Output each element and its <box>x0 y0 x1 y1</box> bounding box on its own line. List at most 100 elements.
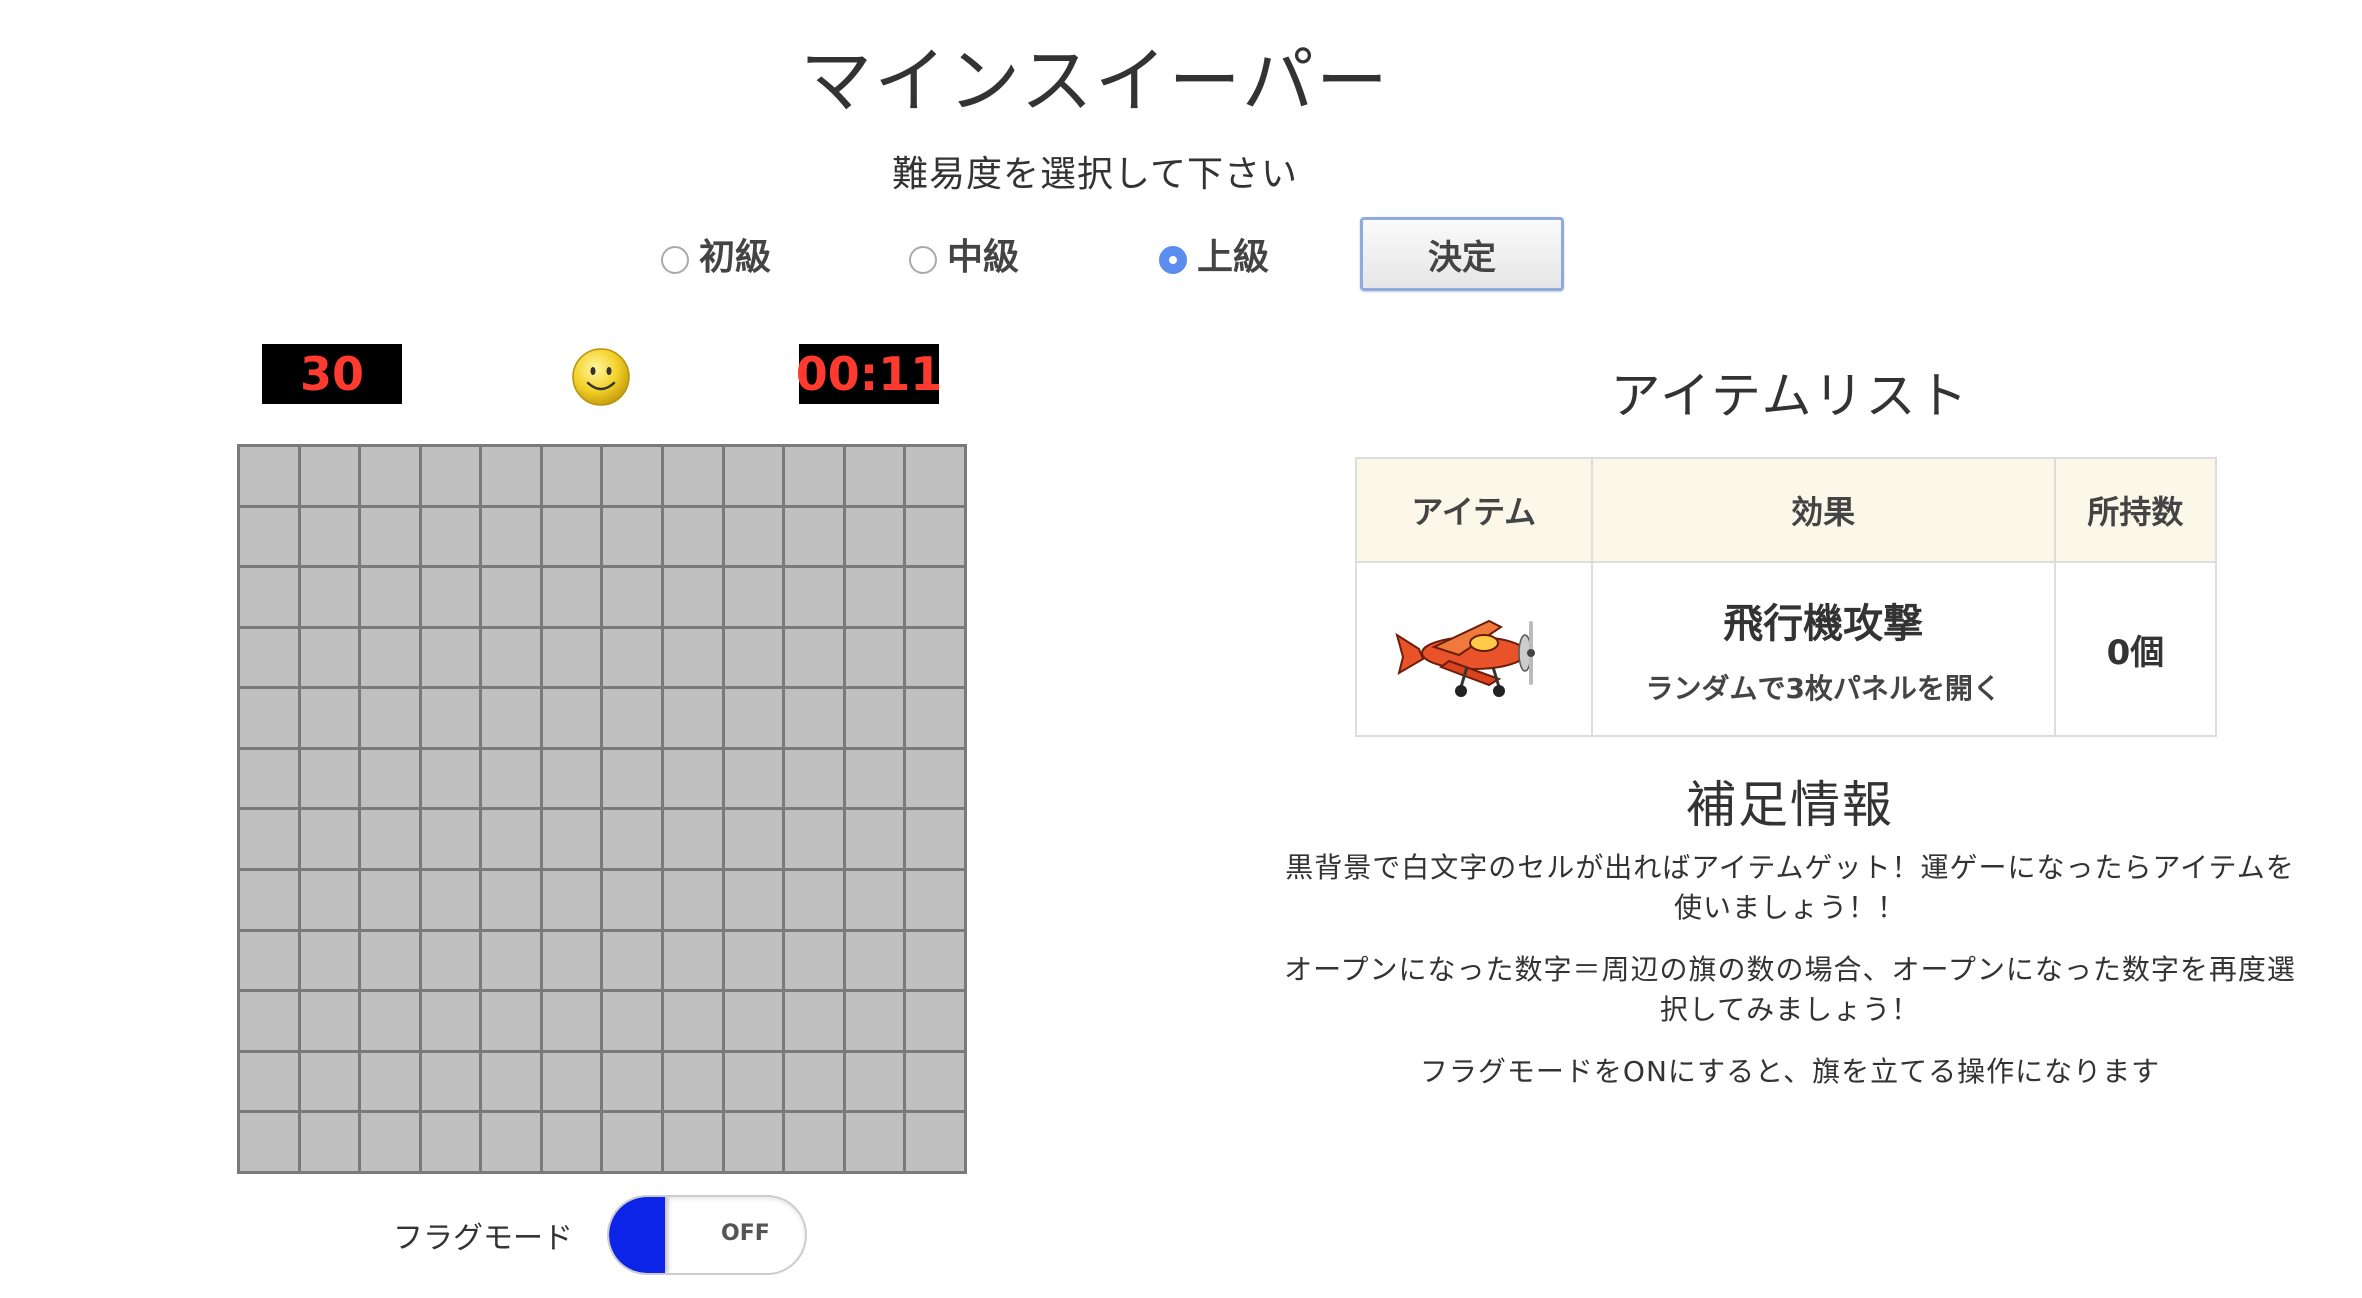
board-cell[interactable] <box>724 628 783 687</box>
board-cell[interactable] <box>300 507 359 566</box>
board-cell[interactable] <box>664 810 722 869</box>
board-cell[interactable] <box>603 931 662 990</box>
board-cell[interactable] <box>664 568 722 626</box>
board-cell[interactable] <box>724 931 783 990</box>
board-cell[interactable] <box>240 810 298 869</box>
board-cell[interactable] <box>300 568 359 626</box>
board-cell[interactable] <box>785 871 843 929</box>
board-cell[interactable] <box>785 1113 843 1171</box>
board-cell[interactable] <box>542 1052 601 1111</box>
board-cell[interactable] <box>482 1113 540 1171</box>
board-cell[interactable] <box>724 1113 783 1171</box>
board-cell[interactable] <box>421 1052 480 1111</box>
board-cell[interactable] <box>724 507 783 566</box>
board-cell[interactable] <box>421 568 480 626</box>
smiley-face-icon[interactable] <box>571 347 631 407</box>
board-cell[interactable] <box>421 628 480 687</box>
board-cell[interactable] <box>845 689 904 747</box>
board-cell[interactable] <box>845 992 904 1050</box>
board-cell[interactable] <box>300 1052 359 1111</box>
board-cell[interactable] <box>664 1052 722 1111</box>
board-cell[interactable] <box>361 507 419 566</box>
board-cell[interactable] <box>603 992 662 1050</box>
board-cell[interactable] <box>603 689 662 747</box>
board-cell[interactable] <box>421 992 480 1050</box>
radio-beginner[interactable] <box>661 246 689 274</box>
board-cell[interactable] <box>785 689 843 747</box>
board-cell[interactable] <box>542 568 601 626</box>
board-cell[interactable] <box>361 689 419 747</box>
board-cell[interactable] <box>603 749 662 808</box>
board-cell[interactable] <box>664 507 722 566</box>
board-cell[interactable] <box>240 931 298 990</box>
flag-mode-toggle[interactable]: OFF <box>607 1195 807 1275</box>
board-cell[interactable] <box>603 1113 662 1171</box>
board-cell[interactable] <box>421 871 480 929</box>
board-cell[interactable] <box>361 568 419 626</box>
difficulty-option-advanced[interactable]: 上級 <box>1159 224 1269 284</box>
airplane-icon[interactable] <box>1389 619 1559 711</box>
board-cell[interactable] <box>240 507 298 566</box>
board-cell[interactable] <box>240 871 298 929</box>
board-cell[interactable] <box>785 628 843 687</box>
board-cell[interactable] <box>240 447 298 505</box>
board-cell[interactable] <box>906 749 964 808</box>
board-cell[interactable] <box>603 810 662 869</box>
board-cell[interactable] <box>482 749 540 808</box>
board-cell[interactable] <box>845 871 904 929</box>
board-cell[interactable] <box>603 568 662 626</box>
board-cell[interactable] <box>240 1052 298 1111</box>
board-cell[interactable] <box>906 628 964 687</box>
board-cell[interactable] <box>300 992 359 1050</box>
board-cell[interactable] <box>603 507 662 566</box>
board-cell[interactable] <box>542 689 601 747</box>
board-cell[interactable] <box>240 689 298 747</box>
board-cell[interactable] <box>906 689 964 747</box>
board-cell[interactable] <box>724 447 783 505</box>
board-cell[interactable] <box>724 568 783 626</box>
board-cell[interactable] <box>845 568 904 626</box>
board-cell[interactable] <box>724 689 783 747</box>
board-cell[interactable] <box>300 931 359 990</box>
board-cell[interactable] <box>482 507 540 566</box>
board-cell[interactable] <box>482 992 540 1050</box>
board-cell[interactable] <box>542 447 601 505</box>
board-cell[interactable] <box>664 931 722 990</box>
board-cell[interactable] <box>482 931 540 990</box>
board-cell[interactable] <box>421 931 480 990</box>
board-cell[interactable] <box>482 628 540 687</box>
board-cell[interactable] <box>240 568 298 626</box>
board-cell[interactable] <box>421 689 480 747</box>
board-cell[interactable] <box>482 810 540 869</box>
board-cell[interactable] <box>785 931 843 990</box>
board-cell[interactable] <box>785 507 843 566</box>
board-cell[interactable] <box>906 871 964 929</box>
board-cell[interactable] <box>664 628 722 687</box>
board-cell[interactable] <box>240 749 298 808</box>
board-cell[interactable] <box>603 1052 662 1111</box>
board-cell[interactable] <box>724 871 783 929</box>
board-cell[interactable] <box>300 871 359 929</box>
board-cell[interactable] <box>664 871 722 929</box>
difficulty-option-intermediate[interactable]: 中級 <box>909 224 1019 284</box>
radio-intermediate[interactable] <box>909 246 937 274</box>
board-cell[interactable] <box>664 447 722 505</box>
board-cell[interactable] <box>906 1052 964 1111</box>
board-cell[interactable] <box>785 568 843 626</box>
board-cell[interactable] <box>361 1052 419 1111</box>
board-cell[interactable] <box>724 810 783 869</box>
board-cell[interactable] <box>482 568 540 626</box>
board-cell[interactable] <box>845 507 904 566</box>
board-cell[interactable] <box>361 447 419 505</box>
board-cell[interactable] <box>542 507 601 566</box>
board-cell[interactable] <box>785 447 843 505</box>
board-cell[interactable] <box>361 992 419 1050</box>
board-cell[interactable] <box>906 1113 964 1171</box>
board-cell[interactable] <box>845 628 904 687</box>
toggle-knob[interactable] <box>609 1197 665 1273</box>
board-cell[interactable] <box>542 628 601 687</box>
board-cell[interactable] <box>845 1052 904 1111</box>
board-cell[interactable] <box>542 1113 601 1171</box>
board-cell[interactable] <box>482 1052 540 1111</box>
board-cell[interactable] <box>603 628 662 687</box>
